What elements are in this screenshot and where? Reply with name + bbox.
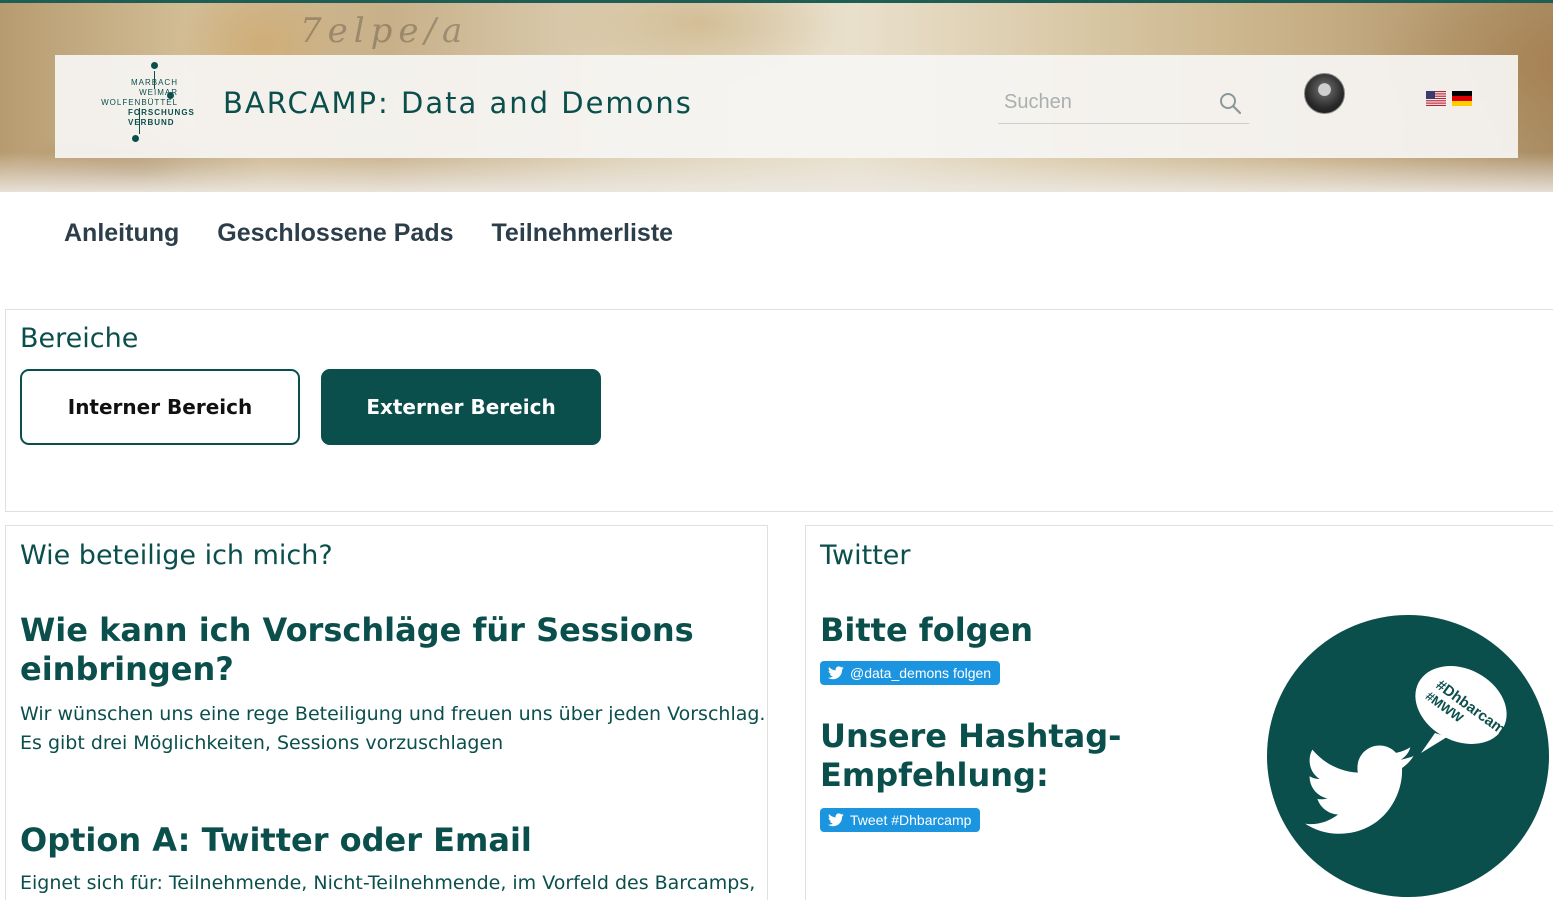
sessions-question-heading: Wie kann ich Vorschläge für Sessions ein… xyxy=(20,611,694,688)
logo-text-wolfenbuettel: WOLFENBÜTTEL xyxy=(101,98,178,107)
hero-paper-edge xyxy=(0,152,1553,192)
logo-line-bottom xyxy=(139,108,140,134)
search-icon[interactable] xyxy=(1218,91,1242,115)
logo-dot-bottom xyxy=(132,135,139,142)
hero-banner: 7elpe/a MARBACH WEIMAR WOLFENBÜTTEL FORS… xyxy=(0,0,1553,192)
tweet-button-label: Tweet #Dhbarcamp xyxy=(850,812,972,828)
hashtag-heading-line2: Empfehlung: xyxy=(820,756,1049,794)
search-input[interactable] xyxy=(1004,88,1204,116)
twitter-bird-icon xyxy=(828,813,844,827)
search-box xyxy=(998,82,1249,124)
hero-handwriting: 7elpe/a xyxy=(300,11,469,51)
user-avatar[interactable] xyxy=(1304,73,1345,114)
option-a-heading: Option A: Twitter oder Email xyxy=(20,821,532,859)
twitter-follow-button[interactable]: @data_demons folgen xyxy=(820,661,1001,685)
nav-link-anleitung[interactable]: Anleitung xyxy=(64,213,179,253)
twitter-hashtag-graphic: #Dhbarcamp #MWW xyxy=(1267,615,1549,897)
nav-link-geschlossene-pads[interactable]: Geschlossene Pads xyxy=(217,213,453,253)
site-title[interactable]: BARCAMP: Data and Demons xyxy=(223,86,693,120)
intro-text-line1: Wir wünschen uns eine rege Beteiligung u… xyxy=(20,703,766,725)
internal-area-button[interactable]: Interner Bereich xyxy=(20,369,300,445)
nav-link-teilnehmerliste[interactable]: Teilnehmerliste xyxy=(492,213,674,253)
twitter-title: Twitter xyxy=(820,540,911,571)
twitter-bird-icon xyxy=(828,666,844,680)
site-logo[interactable]: MARBACH WEIMAR WOLFENBÜTTEL FORSCHUNGS V… xyxy=(82,62,194,144)
areas-title: Bereiche xyxy=(20,323,139,354)
participation-title: Wie beteilige ich mich? xyxy=(20,540,333,571)
logo-dot-middle xyxy=(167,92,174,99)
twitter-panel: Twitter Bitte folgen @data_demons folgen… xyxy=(805,525,1553,900)
logo-text-weimar: WEIMAR xyxy=(139,88,178,97)
follow-button-label: @data_demons folgen xyxy=(850,665,992,681)
hashtag-heading-line1: Unsere Hashtag- xyxy=(820,717,1122,755)
logo-dot-top xyxy=(151,62,158,69)
de-flag-icon[interactable] xyxy=(1452,91,1472,106)
areas-panel: Bereiche Interner Bereich Externer Berei… xyxy=(5,309,1553,512)
intro-text-line2: Es gibt drei Möglichkeiten, Sessions vor… xyxy=(20,732,504,754)
follow-heading: Bitte folgen xyxy=(820,611,1034,649)
header-bar: MARBACH WEIMAR WOLFENBÜTTEL FORSCHUNGS V… xyxy=(55,55,1518,158)
external-area-button[interactable]: Externer Bereich xyxy=(321,369,601,445)
option-a-text: Eignet sich für: Teilnehmende, Nicht-Tei… xyxy=(20,872,756,894)
participation-panel: Wie beteilige ich mich? Wie kann ich Vor… xyxy=(5,525,768,900)
logo-text-marbach: MARBACH xyxy=(130,78,178,87)
us-flag-icon[interactable] xyxy=(1426,91,1446,106)
tweet-hashtag-button[interactable]: Tweet #Dhbarcamp xyxy=(820,808,981,832)
graphic-circle xyxy=(1267,615,1549,897)
main-nav: Anleitung Geschlossene Pads Teilnehmerli… xyxy=(64,213,673,253)
